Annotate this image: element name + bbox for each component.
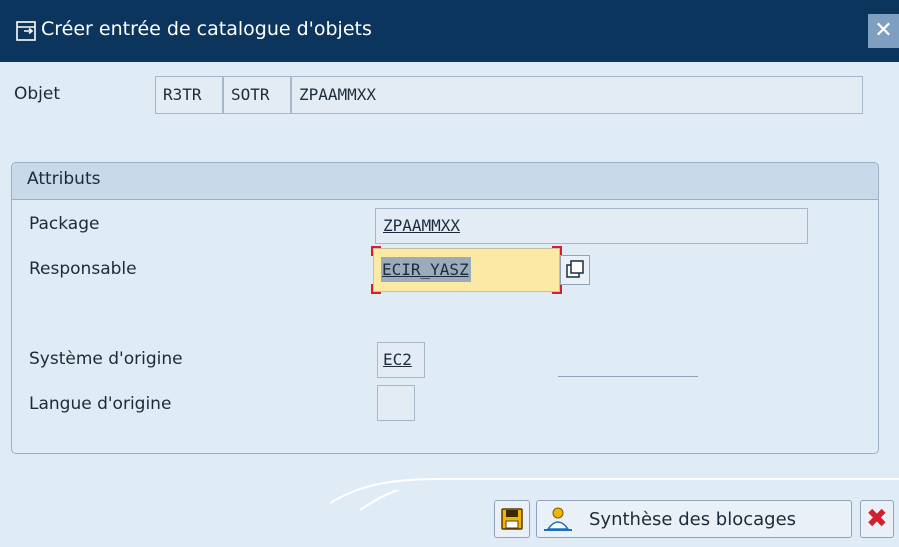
attributes-group-title: Attributs	[27, 169, 101, 189]
title-bar: Créer entrée de catalogue d'objets ✕	[0, 0, 899, 62]
close-button[interactable]: ✕	[868, 14, 899, 48]
close-icon: ✕	[874, 18, 893, 43]
source-system-value: EC2	[383, 350, 412, 369]
cancel-button[interactable]: ✖	[860, 500, 894, 538]
object-label: Objet	[14, 84, 61, 104]
focus-frame	[371, 246, 562, 294]
save-button[interactable]	[494, 500, 530, 538]
attributes-group-header: Attributs	[12, 163, 878, 200]
window-icon	[16, 21, 36, 41]
object-name-field: ZPAAMMXX	[291, 76, 863, 114]
original-language-field	[377, 385, 415, 421]
source-system-label: Système d'origine	[29, 349, 183, 369]
responsible-label: Responsable	[29, 259, 137, 279]
person-icon	[542, 505, 574, 538]
package-field: ZPAAMMXX	[375, 208, 808, 244]
cancel-icon: ✖	[866, 504, 888, 534]
package-label: Package	[29, 214, 100, 234]
package-value: ZPAAMMXX	[383, 216, 461, 235]
original-language-label: Langue d'origine	[29, 394, 172, 414]
source-system-field: EC2	[377, 342, 425, 378]
object-type-field: SOTR	[223, 76, 291, 114]
value-help-button[interactable]	[560, 255, 590, 285]
lock-overview-label: Synthèse des blocages	[589, 509, 797, 530]
source-system-description	[558, 376, 698, 377]
window-title: Créer entrée de catalogue d'objets	[41, 18, 372, 40]
copy-icon	[561, 260, 589, 289]
pgmid-field: R3TR	[155, 76, 223, 114]
save-icon	[495, 508, 529, 542]
lock-overview-button[interactable]: Synthèse des blocages	[536, 500, 852, 538]
